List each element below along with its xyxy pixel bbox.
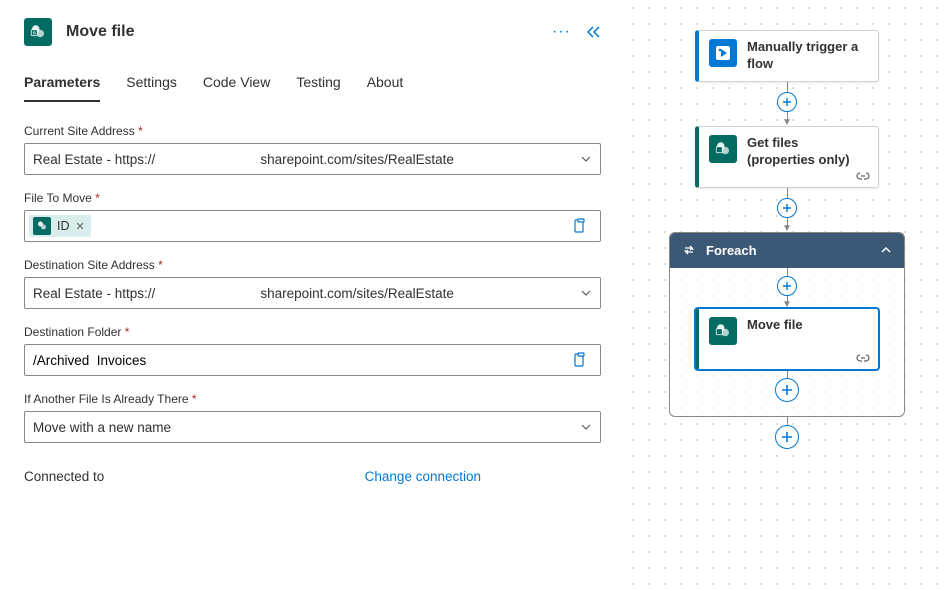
add-step-button[interactable] <box>777 276 797 296</box>
tab-settings[interactable]: Settings <box>126 74 177 102</box>
arrow-down-icon: ▼ <box>782 302 792 308</box>
tab-testing[interactable]: Testing <box>296 74 340 102</box>
collapse-panel-icon[interactable] <box>585 25 601 39</box>
add-step-button[interactable] <box>777 198 797 218</box>
node-get-files[interactable]: Get files (properties only) <box>695 126 879 188</box>
sharepoint-icon: S <box>24 18 52 46</box>
label-current-site: Current Site Address * <box>24 124 601 138</box>
label-if-exists: If Another File Is Already There * <box>24 392 601 406</box>
more-menu-icon[interactable]: ··· <box>552 23 571 41</box>
chevron-down-icon <box>580 421 592 433</box>
flow-canvas[interactable]: Manually trigger a flow ▼ Get files (pro… <box>625 0 949 591</box>
input-dest-site[interactable]: Real Estate - https:// sharepoint.com/si… <box>24 277 601 309</box>
connected-to-label: Connected to <box>24 469 104 484</box>
sharepoint-icon <box>33 217 51 235</box>
chevron-down-icon <box>580 287 592 299</box>
input-if-exists[interactable]: Move with a new name <box>24 411 601 443</box>
add-step-button[interactable] <box>777 92 797 112</box>
node-foreach[interactable]: Foreach ▼ Move file <box>669 232 905 417</box>
flow-connector <box>775 417 799 449</box>
open-picker-icon[interactable] <box>564 218 596 234</box>
add-step-button[interactable] <box>775 378 799 402</box>
input-current-site[interactable]: Real Estate - https:// sharepoint.com/si… <box>24 143 601 175</box>
flow-connector <box>775 370 799 402</box>
add-step-button[interactable] <box>775 425 799 449</box>
dynamic-token-id[interactable]: ID ✕ <box>29 215 91 237</box>
collapse-icon[interactable] <box>880 244 892 256</box>
sharepoint-icon <box>709 135 737 163</box>
open-picker-icon[interactable] <box>564 352 596 368</box>
value-dest-folder: /Archived Invoices <box>29 353 146 368</box>
svg-text:S: S <box>33 30 36 35</box>
connection-badge-icon <box>856 171 870 181</box>
loop-icon <box>682 243 696 257</box>
panel-title: Move file <box>66 23 134 41</box>
sharepoint-icon <box>709 317 737 345</box>
connection-badge-icon <box>856 353 870 363</box>
arrow-down-icon: ▼ <box>782 120 792 126</box>
properties-panel: S Move file ··· Parameters Settings Code… <box>0 0 625 591</box>
node-title: Get files (properties only) <box>747 135 868 169</box>
flow-connector: ▼ <box>777 82 797 126</box>
input-file-to-move[interactable]: ID ✕ <box>24 210 601 242</box>
trigger-icon <box>709 39 737 67</box>
value-if-exists: Move with a new name <box>33 420 171 435</box>
foreach-title: Foreach <box>706 243 757 258</box>
label-file-to-move: File To Move * <box>24 191 601 205</box>
form: Current Site Address * Real Estate - htt… <box>24 124 601 484</box>
chevron-down-icon <box>580 153 592 165</box>
tabs: Parameters Settings Code View Testing Ab… <box>24 74 601 102</box>
value-dest-site: Real Estate - https:// sharepoint.com/si… <box>33 286 454 301</box>
tab-about[interactable]: About <box>367 74 404 102</box>
tab-code-view[interactable]: Code View <box>203 74 270 102</box>
label-dest-folder: Destination Folder * <box>24 325 601 339</box>
flow-connector: ▼ <box>777 268 797 308</box>
foreach-header[interactable]: Foreach <box>670 233 904 268</box>
token-text: ID <box>57 219 70 233</box>
input-dest-folder[interactable]: /Archived Invoices <box>24 344 601 376</box>
node-manual-trigger[interactable]: Manually trigger a flow <box>695 30 879 82</box>
node-move-file[interactable]: Move file <box>695 308 879 370</box>
node-title: Move file <box>747 317 803 334</box>
node-title: Manually trigger a flow <box>747 39 868 73</box>
value-current-site: Real Estate - https:// sharepoint.com/si… <box>33 152 454 167</box>
remove-token-icon[interactable]: ✕ <box>76 220 85 233</box>
change-connection-link[interactable]: Change connection <box>365 469 481 484</box>
panel-header: S Move file ··· <box>24 18 601 46</box>
tab-parameters[interactable]: Parameters <box>24 74 100 102</box>
arrow-down-icon: ▼ <box>782 226 792 232</box>
label-dest-site: Destination Site Address * <box>24 258 601 272</box>
flow-connector: ▼ <box>777 188 797 232</box>
